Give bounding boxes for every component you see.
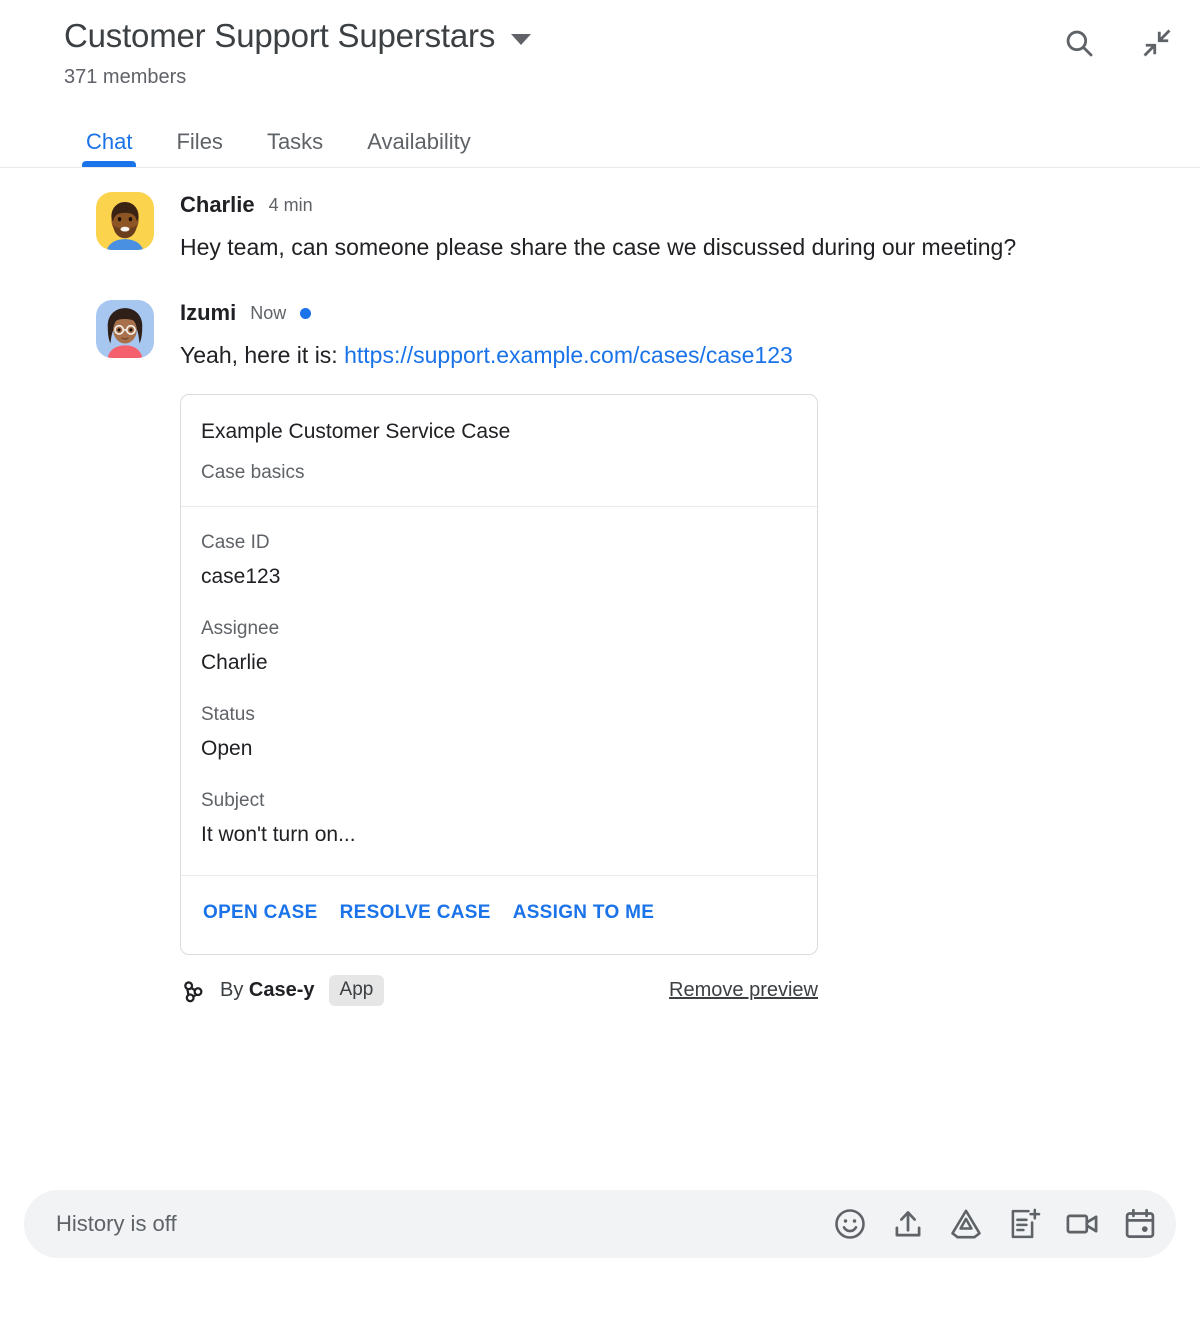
card-header: Example Customer Service Case Case basic… xyxy=(181,395,817,505)
field-value: case123 xyxy=(201,565,281,589)
remove-preview-link[interactable]: Remove preview xyxy=(669,979,818,1002)
header-actions xyxy=(1062,26,1174,60)
message-body: Charlie 4 min Hey team, can someone plea… xyxy=(180,190,1016,264)
field-assignee: Assignee Charlie xyxy=(201,617,797,677)
message-composer[interactable]: History is off xyxy=(24,1190,1176,1258)
field-label: Assignee xyxy=(201,617,280,639)
open-case-button[interactable]: OPEN CASE xyxy=(197,898,324,928)
field-value: Open xyxy=(201,737,253,761)
attribution-by-text: By Case-y xyxy=(220,979,315,1002)
message-author: Izumi xyxy=(180,300,237,326)
search-icon[interactable] xyxy=(1062,26,1096,60)
message-link[interactable]: https://support.example.com/cases/case12… xyxy=(344,342,793,368)
member-count: 371 members xyxy=(64,66,187,89)
message-izumi: Izumi Now Yeah, here it is: https://supp… xyxy=(0,298,1176,1007)
message-body: Izumi Now Yeah, here it is: https://supp… xyxy=(180,298,818,1007)
tab-bar: Chat Files Tasks Availability xyxy=(0,111,1200,168)
message-meta: Charlie 4 min xyxy=(180,190,1016,220)
room-title-row: Customer Support Superstars xyxy=(64,17,1176,54)
page-title: Customer Support Superstars xyxy=(64,17,496,54)
avatar-izumi[interactable] xyxy=(96,300,154,359)
calendar-icon[interactable] xyxy=(1122,1206,1158,1242)
field-value: Charlie xyxy=(201,651,268,675)
message-text: Hey team, can someone please share the c… xyxy=(180,234,1017,261)
add-document-icon[interactable] xyxy=(1006,1206,1042,1242)
tab-chat[interactable]: Chat xyxy=(64,129,154,168)
chat-header: Customer Support Superstars 371 members xyxy=(0,0,1200,89)
composer-icons xyxy=(832,1206,1162,1242)
card-subtitle: Case basics xyxy=(201,461,305,483)
emoji-icon[interactable] xyxy=(832,1206,868,1242)
google-drive-icon[interactable] xyxy=(948,1206,984,1242)
by-label: By xyxy=(220,979,249,1002)
message-timestamp: 4 min xyxy=(268,194,313,215)
card-attribution: By Case-y App Remove preview xyxy=(180,975,818,1007)
tab-files[interactable]: Files xyxy=(154,131,244,167)
message-timestamp: Now xyxy=(250,302,287,323)
message-text: Yeah, here it is: https://support.exampl… xyxy=(180,338,818,372)
assign-to-me-button[interactable]: ASSIGN TO ME xyxy=(507,898,661,928)
message-author: Charlie xyxy=(180,192,255,218)
tab-label: Chat xyxy=(86,129,133,155)
field-case-id: Case ID case123 xyxy=(201,531,797,591)
tab-label: Availability xyxy=(367,129,471,155)
resolve-case-button[interactable]: RESOLVE CASE xyxy=(334,898,497,928)
app-name: Case-y xyxy=(248,979,315,1002)
message-meta: Izumi Now xyxy=(180,298,818,328)
message-charlie: Charlie 4 min Hey team, can someone plea… xyxy=(0,190,1176,264)
tab-label: Files xyxy=(176,129,223,155)
webhook-icon xyxy=(184,980,203,1002)
message-input[interactable]: History is off xyxy=(56,1211,832,1237)
video-call-icon[interactable] xyxy=(1064,1206,1100,1242)
message-list: Charlie 4 min Hey team, can someone plea… xyxy=(0,168,1200,1007)
field-label: Subject xyxy=(201,789,265,811)
message-text-prefix: Yeah, here it is: xyxy=(180,342,345,369)
app-badge: App xyxy=(328,975,385,1007)
field-status: Status Open xyxy=(201,703,797,763)
unread-indicator-dot xyxy=(300,307,312,319)
tab-tasks[interactable]: Tasks xyxy=(245,131,345,167)
composer-area: History is off xyxy=(0,1190,1200,1258)
collapse-icon[interactable] xyxy=(1140,26,1174,60)
card-actions: OPEN CASE RESOLVE CASE ASSIGN TO ME xyxy=(181,876,817,954)
tab-label: Tasks xyxy=(266,129,324,155)
field-value: It won't turn on... xyxy=(201,823,356,847)
case-preview-card: Example Customer Service Case Case basic… xyxy=(180,394,818,955)
field-label: Status xyxy=(201,703,255,725)
field-label: Case ID xyxy=(201,531,270,553)
card-fields: Case ID case123 Assignee Charlie Status … xyxy=(181,507,817,875)
card-title: Example Customer Service Case xyxy=(201,420,511,444)
avatar-charlie[interactable] xyxy=(96,192,154,251)
upload-icon[interactable] xyxy=(890,1206,926,1242)
field-subject: Subject It won't turn on... xyxy=(201,789,797,849)
chevron-down-icon[interactable] xyxy=(511,33,532,45)
tab-availability[interactable]: Availability xyxy=(345,131,493,167)
